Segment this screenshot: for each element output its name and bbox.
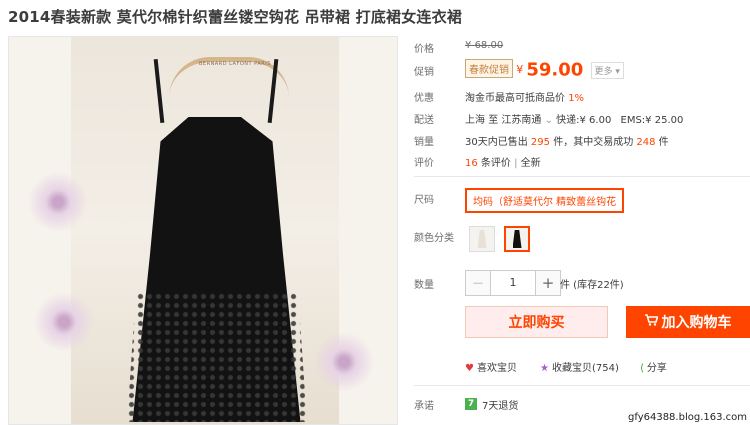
floral-decoration xyxy=(309,327,379,397)
floral-decoration xyxy=(29,287,99,357)
shipping-label: 配送 xyxy=(414,115,434,126)
decrement-button[interactable]: − xyxy=(466,271,490,295)
quantity-stepper: − 1 + xyxy=(465,270,561,296)
heart-icon: ♥ xyxy=(465,363,474,374)
share-button[interactable]: ⟨ 分享 xyxy=(640,359,667,374)
lace-pattern xyxy=(127,292,307,422)
shipping-to-word: 至 xyxy=(488,115,499,126)
benefit-percent: 1% xyxy=(568,93,585,104)
size-option[interactable]: 均码（舒适莫代尔 精致蕾丝钩花 xyxy=(465,188,625,213)
product-image[interactable]: BERNARD LAFONT PARIS xyxy=(8,36,398,425)
sales-label: 销量 xyxy=(414,137,434,148)
add-to-cart-button[interactable]: 加入购物车 xyxy=(626,306,750,338)
reviews-label: 评价 xyxy=(414,158,434,169)
divider xyxy=(414,176,750,177)
seven-day-return-icon: 7 xyxy=(465,398,477,410)
cart-icon xyxy=(644,314,659,330)
promo-label: 促销 xyxy=(414,67,434,78)
sold-count: 295 xyxy=(530,137,551,148)
price-label: 价格 xyxy=(414,44,434,55)
product-info-panel: 价格 ¥ 68.00 促销 春款促销 ¥ 59.00 更多 ▾ 优惠 淘金币最高… xyxy=(414,0,750,425)
shipping-destination-select[interactable]: 江苏南通 ⌄ xyxy=(501,115,553,126)
chevron-down-icon: ▾ xyxy=(615,66,620,77)
color-option-white[interactable] xyxy=(469,226,495,252)
dress-thumbnail xyxy=(477,230,487,248)
share-icon: ⟨ xyxy=(640,363,644,374)
buy-now-button[interactable]: 立即购买 xyxy=(465,306,608,338)
chevron-down-icon: ⌄ xyxy=(544,115,553,126)
promo-currency: ¥ xyxy=(516,63,524,76)
reviews-link[interactable]: 16 条评价 xyxy=(465,158,511,169)
shipping-from: 上海 xyxy=(465,115,485,126)
like-button[interactable]: ♥ 喜欢宝贝 xyxy=(465,359,517,374)
success-count: 248 xyxy=(636,137,656,148)
floral-decoration xyxy=(23,167,93,237)
divider xyxy=(414,385,750,386)
dress-thumbnail xyxy=(512,230,522,248)
stock-info: 件 (库存22件) xyxy=(560,280,624,291)
increment-button[interactable]: + xyxy=(536,271,560,295)
more-promos-button[interactable]: 更多 ▾ xyxy=(590,61,624,79)
return-policy: 7天退货 xyxy=(482,401,519,412)
express-fee: 快递:¥ 6.00 xyxy=(556,115,612,126)
promo-tag: 春款促销 xyxy=(465,59,513,78)
watermark: gfy64388.blog.163.com xyxy=(628,412,747,423)
ems-fee: EMS:¥ 25.00 xyxy=(620,115,684,126)
quantity-input[interactable]: 1 xyxy=(490,271,536,295)
star-icon: ★ xyxy=(540,363,549,374)
favorite-button[interactable]: ★ 收藏宝贝(754) xyxy=(540,359,619,374)
benefit-label: 优惠 xyxy=(414,93,434,104)
condition-new: 全新 xyxy=(520,158,541,169)
hanger-brand: BERNARD LAFONT PARIS xyxy=(199,61,271,67)
color-option-black[interactable] xyxy=(504,226,530,252)
benefit-text: 淘金币最高可抵商品价 xyxy=(465,93,565,104)
promo-price: 59.00 xyxy=(526,59,584,81)
product-title: 2014春装新款 莫代尔棉针织蕾丝镂空钩花 吊带裙 打底裙女连衣裙 xyxy=(8,8,463,26)
original-price: ¥ 68.00 xyxy=(465,40,504,51)
